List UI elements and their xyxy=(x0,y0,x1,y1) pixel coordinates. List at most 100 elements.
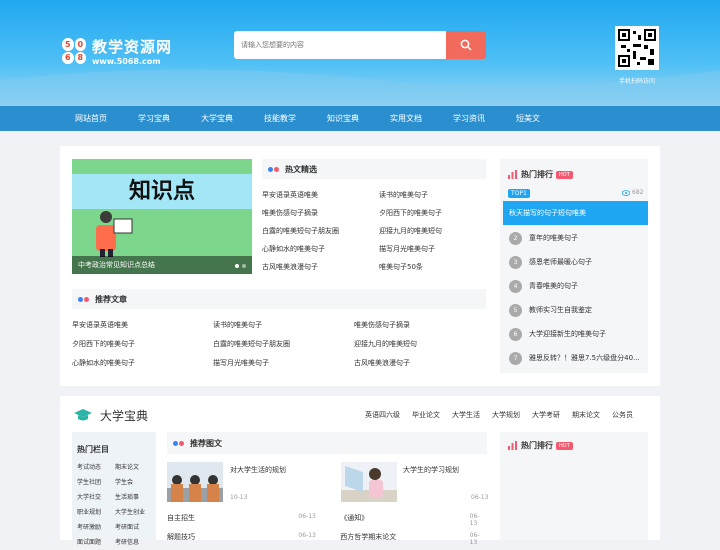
hot-column-link[interactable]: 大学社交 xyxy=(77,490,115,505)
list-item-title: 《通知》 xyxy=(340,514,369,522)
list-item[interactable]: 解题技巧 06-13 西方哲学期末论文 06-13 xyxy=(167,532,487,546)
hot-columns-box: 热门栏目 考试动态 期末论文 学生社团 学生会 大学社交 生活琐事 职业规划 大… xyxy=(72,432,156,546)
hot-pick-title-text: 热文精选 xyxy=(285,165,317,174)
list-item[interactable]: 心静如水的唯美句子 xyxy=(262,240,379,258)
card-thumbnail[interactable] xyxy=(341,462,397,502)
hot-column-link[interactable]: 考研激励 xyxy=(77,520,115,535)
hot-column-link[interactable]: 学生社团 xyxy=(77,475,115,490)
rank-text: 大学迎接新生的唯美句子 xyxy=(529,330,606,338)
list-item-date: 06-13 xyxy=(298,532,316,539)
header: 5 0 6 8 教学资源网 www.5068.com 手机扫码访问 xyxy=(0,0,720,106)
rank-number: 4 xyxy=(509,279,522,293)
logo-digit: 5 xyxy=(62,38,74,51)
nav-item-home[interactable]: 网站首页 xyxy=(75,106,138,131)
nav-item-news[interactable]: 学习资讯 xyxy=(453,106,516,131)
list-item[interactable]: 早安语录英语唯美 xyxy=(262,186,379,204)
tab-final-paper[interactable]: 期末论文 xyxy=(572,410,600,420)
list-item-title: 西方哲学期末论文 xyxy=(340,533,397,541)
view-count: 682 xyxy=(632,189,644,196)
rec-pics-title: 推荐图文 xyxy=(173,438,222,449)
graduation-cap-icon xyxy=(74,408,92,420)
list-item[interactable]: 夕阳西下的唯美句子 xyxy=(72,335,213,354)
qr-code xyxy=(615,26,659,70)
hot-columns-title: 热门栏目 xyxy=(77,445,109,454)
tab-planning[interactable]: 大学规划 xyxy=(492,410,520,420)
list-item[interactable]: 夕阳西下的唯美句子 xyxy=(379,204,486,222)
search-input[interactable] xyxy=(234,31,446,59)
ranking-top-views: 682 xyxy=(622,189,643,196)
hot-column-link[interactable]: 考研信息 xyxy=(115,535,155,550)
list-item[interactable]: 自主招生 06-13 《通知》 06-13 xyxy=(167,513,487,527)
ranking-item[interactable]: 5 教师实习生自我鉴定 xyxy=(503,298,648,322)
ranking-top-item[interactable]: 秋天描写的句子短句唯美 xyxy=(503,201,648,225)
slide-dot[interactable] xyxy=(235,264,239,268)
hot-column-link[interactable]: 面试面题 xyxy=(77,535,115,550)
nav-item-skills[interactable]: 技能教学 xyxy=(264,106,327,131)
hot-column-link[interactable]: 大学生创业 xyxy=(115,505,155,520)
list-item[interactable]: 白露的唯美短句子朋友圈 xyxy=(262,222,379,240)
ranking-item[interactable]: 6 大学迎接新生的唯美句子 xyxy=(503,322,648,346)
card-date: 06-13 xyxy=(471,494,489,501)
list-item[interactable]: 读书的唯美句子 xyxy=(379,186,486,204)
list-item[interactable]: 古风唯美浪漫句子 xyxy=(262,258,379,276)
search-button[interactable] xyxy=(446,31,486,59)
list-item[interactable]: 迎接九月的唯美短句 xyxy=(354,335,486,354)
slide-pager[interactable] xyxy=(235,264,246,268)
ranking-item[interactable]: 4 青春唯美的句子 xyxy=(503,274,648,298)
logo-digit: 8 xyxy=(74,51,86,64)
tab-civil-service[interactable]: 公务员 xyxy=(612,410,633,420)
card-title[interactable]: 对大学生活的规划 xyxy=(230,465,286,475)
hot-column-link[interactable]: 期末论文 xyxy=(115,460,155,475)
list-item[interactable]: 白露的唯美短句子朋友圈 xyxy=(213,335,354,354)
list-item[interactable]: 心静如水的唯美句子 xyxy=(72,354,213,373)
list-item[interactable]: 古风唯美浪漫句子 xyxy=(354,354,486,373)
hot-column-link[interactable]: 学生会 xyxy=(115,475,155,490)
rank-text: 教师实习生自我鉴定 xyxy=(529,306,592,314)
ranking-item[interactable]: 2 童年的唯美句子 xyxy=(503,226,648,250)
hot-column-link[interactable]: 生活琐事 xyxy=(115,490,155,505)
list-item[interactable]: 早安语录英语唯美 xyxy=(72,316,213,335)
list-item[interactable]: 唯美伤感句子摘录 xyxy=(354,316,486,335)
hot-column-link[interactable]: 考试动态 xyxy=(77,460,115,475)
nav-item-knowledge[interactable]: 知识宝典 xyxy=(327,106,390,131)
site-title: 教学资源网 xyxy=(92,38,173,56)
card-thumbnail[interactable] xyxy=(167,462,223,502)
college-title-text: 大学宝典 xyxy=(100,409,149,423)
nav-item-study[interactable]: 学习宝典 xyxy=(138,106,201,131)
section-dots-icon xyxy=(173,441,184,446)
list-item-date: 06-13 xyxy=(298,513,316,520)
list-item[interactable]: 描写月光唯美句子 xyxy=(379,240,486,258)
eye-icon xyxy=(622,189,630,196)
student-writing-image xyxy=(341,466,397,502)
nav-item-college[interactable]: 大学宝典 xyxy=(201,106,264,131)
search-bar xyxy=(234,31,486,59)
slide-dot[interactable] xyxy=(242,264,246,268)
card-title[interactable]: 大学生的学习规划 xyxy=(403,465,459,475)
tab-postgrad[interactable]: 大学考研 xyxy=(532,410,560,420)
hot-column-link[interactable]: 考研面试 xyxy=(115,520,155,535)
ranking-item[interactable]: 7 雅思反转？！雅思7.5六级盘分40... xyxy=(503,346,648,370)
hot-badge: HOT xyxy=(556,441,573,450)
nav-item-documents[interactable]: 实用文档 xyxy=(390,106,453,131)
card-date: 10-13 xyxy=(230,494,248,501)
nav-item-essays[interactable]: 短美文 xyxy=(516,106,579,131)
ranking-title-text: 热门排行 xyxy=(521,170,553,179)
site-logo[interactable]: 5 0 6 8 教学资源网 www.5068.com xyxy=(62,36,172,66)
recommend-title: 推荐文章 xyxy=(78,294,127,305)
site-url: www.5068.com xyxy=(92,57,161,66)
list-item[interactable]: 迎接九月的唯美短句 xyxy=(379,222,486,240)
hot-badge: HOT xyxy=(556,170,573,179)
list-item[interactable]: 唯美句子50条 xyxy=(379,258,486,276)
list-item-date: 06-13 xyxy=(469,532,480,546)
search-icon xyxy=(460,39,472,51)
list-item[interactable]: 描写月光唯美句子 xyxy=(213,354,354,373)
main-nav: 网站首页 学习宝典 大学宝典 技能教学 知识宝典 实用文档 学习资讯 短美文 xyxy=(0,106,720,131)
tab-cet[interactable]: 英语四六级 xyxy=(365,410,400,420)
list-item[interactable]: 唯美伤感句子摘录 xyxy=(262,204,379,222)
list-item[interactable]: 读书的唯美句子 xyxy=(213,316,354,335)
tab-thesis[interactable]: 毕业论文 xyxy=(412,410,440,420)
tab-campus-life[interactable]: 大学生活 xyxy=(452,410,480,420)
ranking-item[interactable]: 3 感恩老师最暖心句子 xyxy=(503,250,648,274)
hot-column-link[interactable]: 职业规划 xyxy=(77,505,115,520)
featured-slider[interactable]: 知识点 中考政治常见知识点总结 xyxy=(72,159,252,274)
